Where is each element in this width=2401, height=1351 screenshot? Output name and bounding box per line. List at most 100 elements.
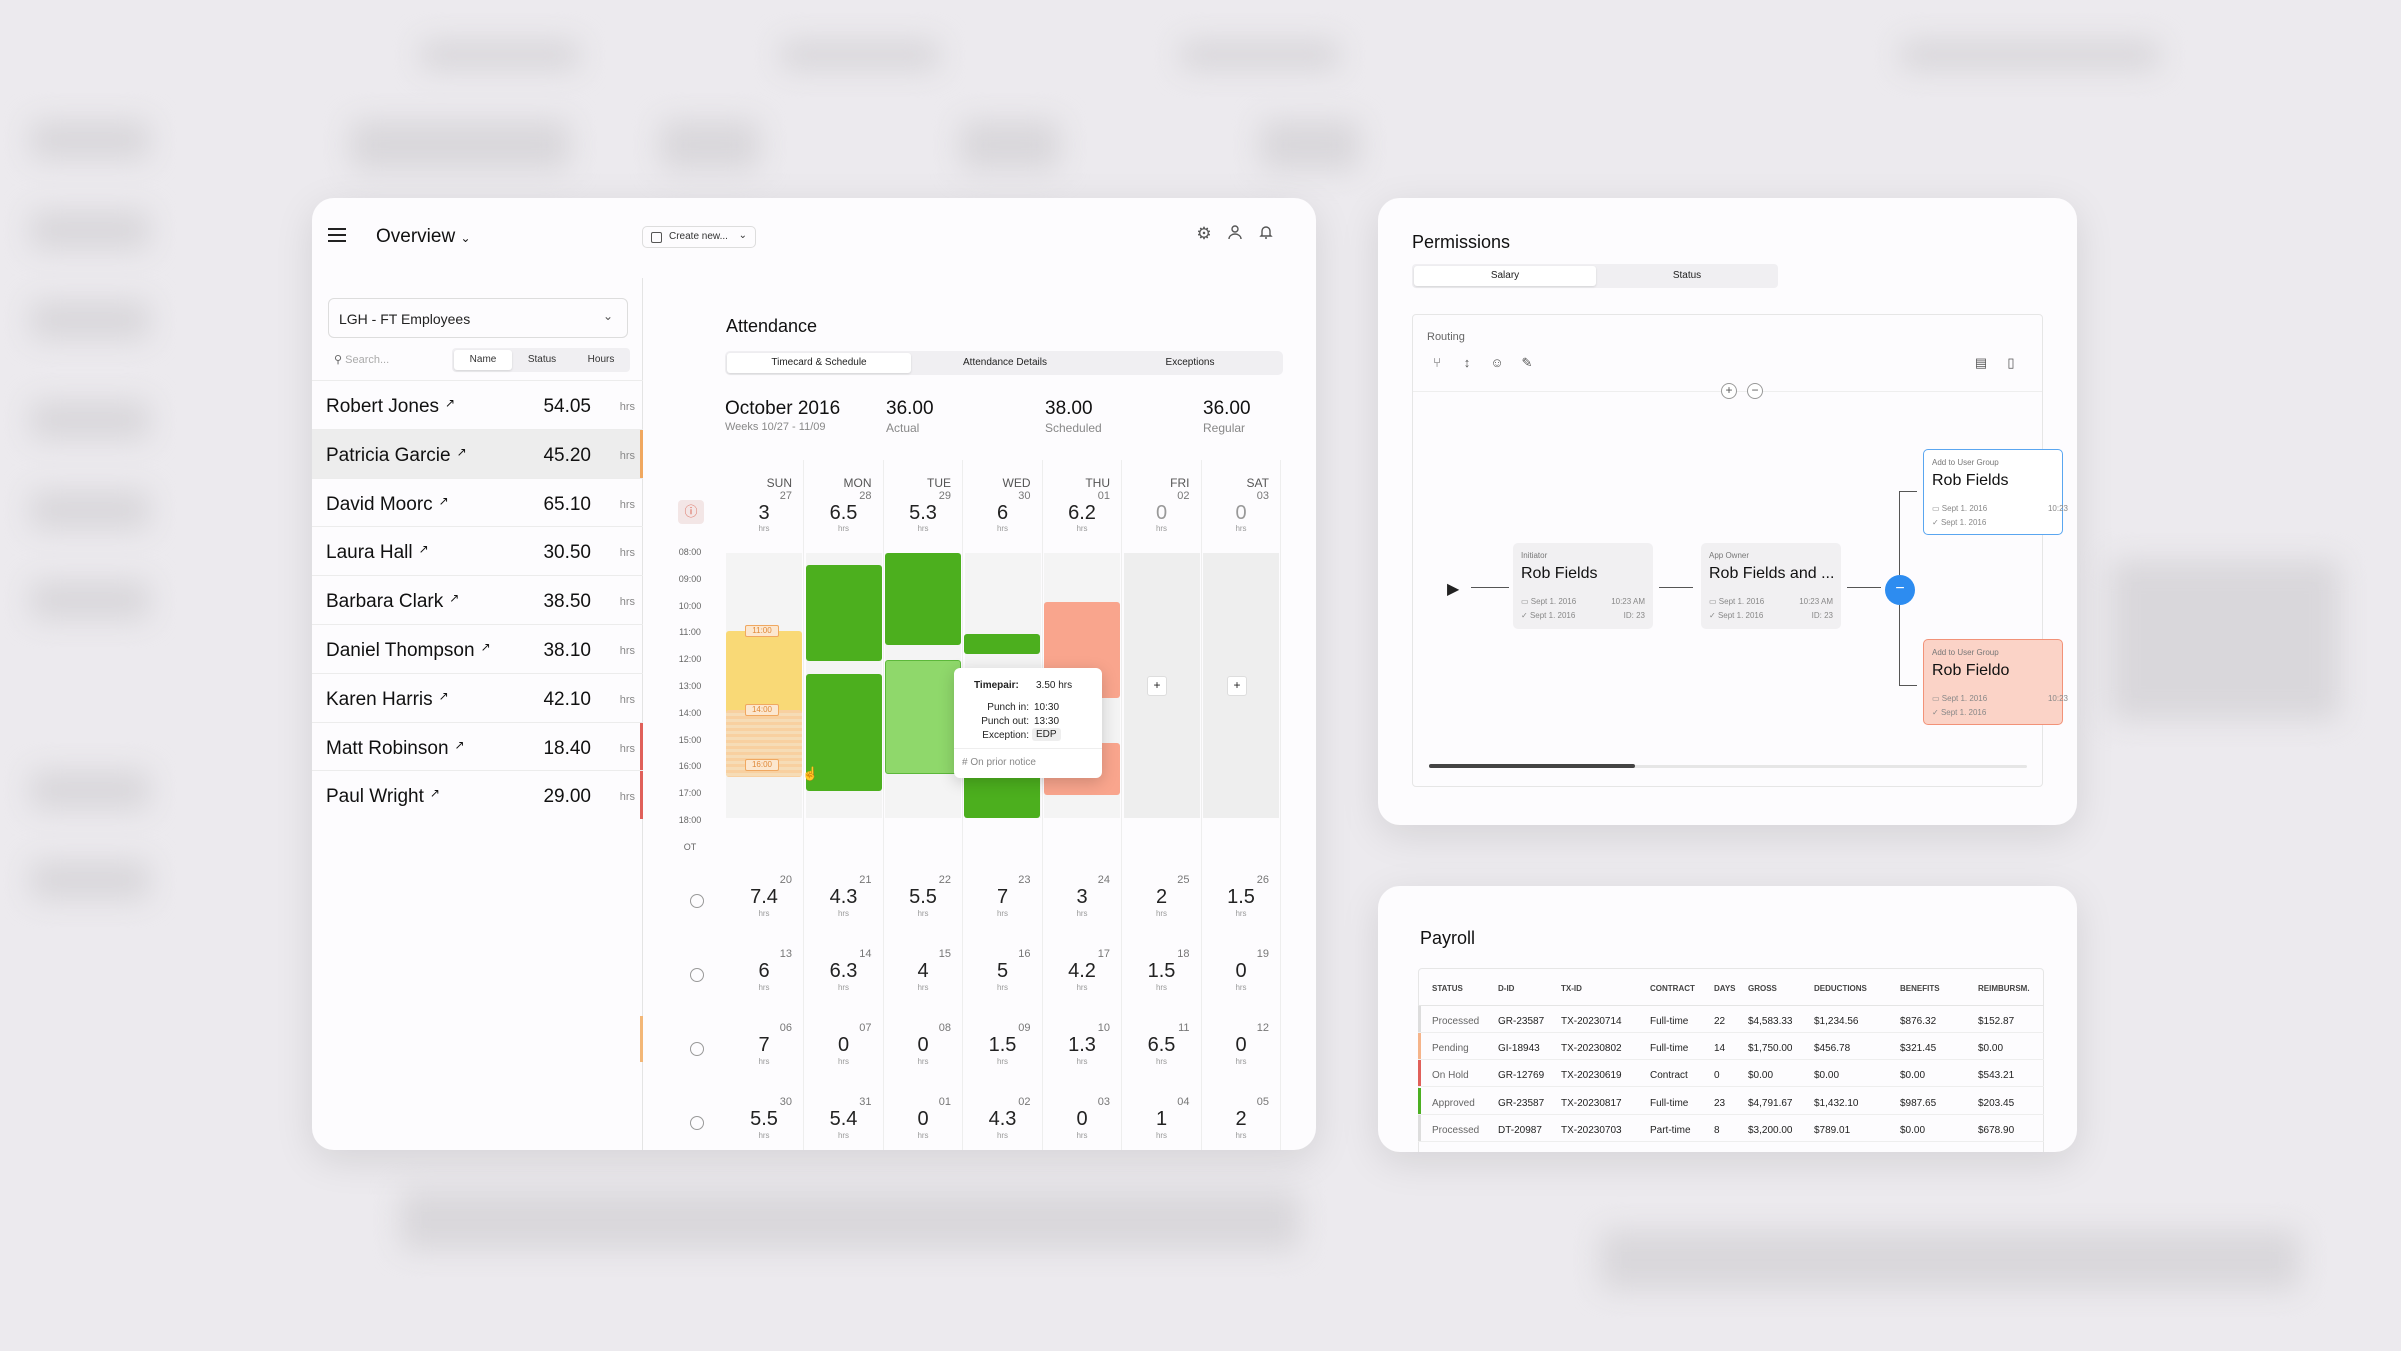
routing-node-initiator[interactable]: Initiator Rob Fields ▭ Sept 1. 2016 10:2… (1513, 543, 1653, 629)
employee-row[interactable]: David Moorc ↗ 65.10 hrs (312, 477, 643, 527)
overview-title[interactable]: Overview ⌄ (376, 226, 471, 248)
tab-timecard-schedule[interactable]: Timecard & Schedule (727, 353, 911, 373)
week-day-cell[interactable]: 04 1 hrs (1124, 1096, 1200, 1150)
collapse-branch-button[interactable]: − (1885, 575, 1915, 605)
week-day-cell[interactable]: 14 6.3 hrs (806, 948, 882, 1018)
external-link-arrow-icon[interactable]: ↗ (449, 591, 459, 605)
play-start-icon[interactable]: ▶ (1447, 579, 1459, 599)
employee-row[interactable]: Barbara Clark ↗ 38.50 hrs (312, 575, 643, 624)
document-icon[interactable]: ▯ (2001, 355, 2021, 375)
week-day-cell[interactable]: 01 0 hrs (885, 1096, 961, 1150)
week-day-cell[interactable]: 19 0 hrs (1203, 948, 1279, 1018)
external-link-arrow-icon[interactable]: ↗ (457, 445, 467, 459)
week-day-cell[interactable]: 09 1.5 hrs (965, 1022, 1041, 1092)
external-link-arrow-icon[interactable]: ↗ (439, 494, 449, 508)
external-link-arrow-icon[interactable]: ↗ (445, 396, 455, 410)
clock-icon[interactable] (690, 894, 704, 908)
week-day-cell[interactable]: 26 1.5 hrs (1203, 874, 1279, 944)
week-day-cell[interactable]: 11 6.5 hrs (1124, 1022, 1200, 1092)
group-select[interactable]: LGH - FT Employees ⌄ (328, 298, 628, 338)
tab-salary[interactable]: Salary (1414, 266, 1596, 286)
zoom-out-icon[interactable]: − (1747, 383, 1763, 399)
week-day-cell[interactable]: 18 1.5 hrs (1124, 948, 1200, 1018)
week-day-cell[interactable]: 24 3 hrs (1044, 874, 1120, 944)
clock-icon[interactable] (690, 1116, 704, 1130)
tab-status[interactable]: Status (1598, 266, 1776, 286)
week-day-cell[interactable]: 31 5.4 hrs (806, 1096, 882, 1150)
user-icon[interactable]: ☺ (1487, 355, 1507, 375)
user-profile-icon[interactable] (1225, 224, 1245, 244)
hamburger-menu-icon[interactable] (328, 228, 346, 242)
column-divider (1280, 460, 1281, 1150)
payroll-row[interactable]: Approved GR-23587 TX-20230817 Full-time 23 $4… (1418, 1087, 2044, 1115)
sort-tab-name[interactable]: Name (454, 350, 512, 370)
payroll-row[interactable]: Processed DT-20987 TX-20230703 Part-time 8 $3… (1418, 1114, 2044, 1142)
hours-unit: hrs (619, 693, 635, 706)
routing-node-user-group-1[interactable]: Add to User Group Rob Fields ▭ Sept 1. 2… (1923, 449, 2068, 535)
shift-block-wed-1[interactable] (964, 634, 1040, 654)
week-day-cell[interactable]: 12 0 hrs (1203, 1022, 1279, 1092)
column-divider (882, 460, 884, 1150)
shift-block-tue-2[interactable] (885, 660, 961, 774)
scrollbar-thumb[interactable] (1429, 764, 1635, 768)
signature-icon[interactable]: ✎ (1517, 355, 1537, 375)
routing-node-user-group-2[interactable]: Add to User Group Rob Fieldo ▭ Sept 1. 2… (1923, 639, 2068, 725)
routing-node-app-owner[interactable]: App Owner Rob Fields and ... ▭ Sept 1. 2… (1701, 543, 1841, 629)
employee-row[interactable]: Matt Robinson ↗ 18.40 hrs (312, 721, 643, 771)
external-link-arrow-icon[interactable]: ↗ (439, 689, 449, 703)
week-day-cell[interactable]: 20 7.4 hrs (726, 874, 802, 944)
week-day-cell[interactable]: 13 6 hrs (726, 948, 802, 1018)
week-day-cell[interactable]: 25 2 hrs (1124, 874, 1200, 944)
payroll-row[interactable]: Pending GI-18943 TX-20230802 Full-time 14 $1,… (1418, 1033, 2044, 1061)
week-day-cell[interactable]: 16 5 hrs (965, 948, 1041, 1018)
zoom-in-icon[interactable]: + (1721, 383, 1737, 399)
routing-panel: Routing ⑂ ↕ ☺ ✎ ▤ ▯ + − ▶ Initiator Rob … (1412, 314, 2068, 787)
employee-row[interactable]: Laura Hall ↗ 30.50 hrs (312, 526, 643, 575)
external-link-arrow-icon[interactable]: ↗ (481, 640, 491, 654)
create-new-button[interactable]: Create new... ⌄ (642, 226, 756, 248)
week-day-cell[interactable]: 05 2 hrs (1203, 1096, 1279, 1150)
external-link-arrow-icon[interactable]: ↗ (419, 542, 429, 556)
week-day-cell[interactable]: 02 4.3 hrs (965, 1096, 1041, 1150)
add-shift-fri-button[interactable]: + (1147, 676, 1167, 696)
sort-tab-status[interactable]: Status (513, 350, 571, 370)
week-day-cell[interactable]: 08 0 hrs (885, 1022, 961, 1092)
external-link-arrow-icon[interactable]: ↗ (430, 786, 440, 800)
tab-attendance-details[interactable]: Attendance Details (913, 353, 1097, 373)
external-link-arrow-icon[interactable]: ↗ (455, 738, 465, 752)
week-day-cell[interactable]: 06 7 hrs (726, 1022, 802, 1092)
shift-block-mon-1[interactable] (806, 565, 882, 661)
shift-block-tue-1[interactable] (885, 553, 961, 645)
sort-tab-hours[interactable]: Hours (572, 350, 630, 370)
week-day-cell[interactable]: 23 7 hrs (965, 874, 1041, 944)
layout-icon[interactable]: ▤ (1971, 355, 1991, 375)
settings-gear-icon[interactable]: ⚙ (1194, 224, 1214, 244)
week-day-cell[interactable]: 17 4.2 hrs (1044, 948, 1120, 1018)
employee-row[interactable]: Robert Jones ↗ 54.05 hrs (312, 380, 643, 429)
week-day-cell[interactable]: 03 0 hrs (1044, 1096, 1120, 1150)
add-shift-sat-button[interactable]: + (1227, 676, 1247, 696)
branch-icon[interactable]: ⑂ (1427, 355, 1447, 375)
tab-exceptions[interactable]: Exceptions (1099, 353, 1281, 373)
notification-bell-icon[interactable] (1256, 224, 1276, 244)
payroll-row[interactable]: Processed GR-23587 TX-20230714 Full-time 22 $… (1418, 1006, 2044, 1033)
week-day-cell[interactable]: 15 4 hrs (885, 948, 961, 1018)
week-day-cell[interactable]: 22 5.5 hrs (885, 874, 961, 944)
search-input[interactable]: ⚲ Search... (334, 353, 389, 366)
employee-row[interactable]: Daniel Thompson ↗ 38.10 hrs (312, 624, 643, 673)
week-day-cell[interactable]: 10 1.3 hrs (1044, 1022, 1120, 1092)
clock-icon[interactable] (690, 1042, 704, 1056)
expand-vertical-icon[interactable]: ↕ (1457, 355, 1477, 375)
payroll-row[interactable]: On Hold GR-12769 TX-20230619 Contract 0 $0.00… (1418, 1060, 2044, 1088)
stat-actual: 36.00 Actual (886, 398, 934, 435)
employee-hours: 29.00 (543, 786, 591, 808)
week-day-cell[interactable]: 30 5.5 hrs (726, 1096, 802, 1150)
alert-icon[interactable]: ⓘ (678, 500, 704, 524)
week-day-cell[interactable]: 07 0 hrs (806, 1022, 882, 1092)
week-day-cell[interactable]: 21 4.3 hrs (806, 874, 882, 944)
clock-icon[interactable] (690, 968, 704, 982)
employee-hours: 54.05 (543, 396, 591, 417)
employee-row[interactable]: Paul Wright ↗ 29.00 hrs (312, 770, 643, 820)
employee-row[interactable]: Patricia Garcie ↗ 45.20 hrs (312, 428, 643, 478)
employee-row[interactable]: Karen Harris ↗ 42.10 hrs (312, 672, 643, 722)
